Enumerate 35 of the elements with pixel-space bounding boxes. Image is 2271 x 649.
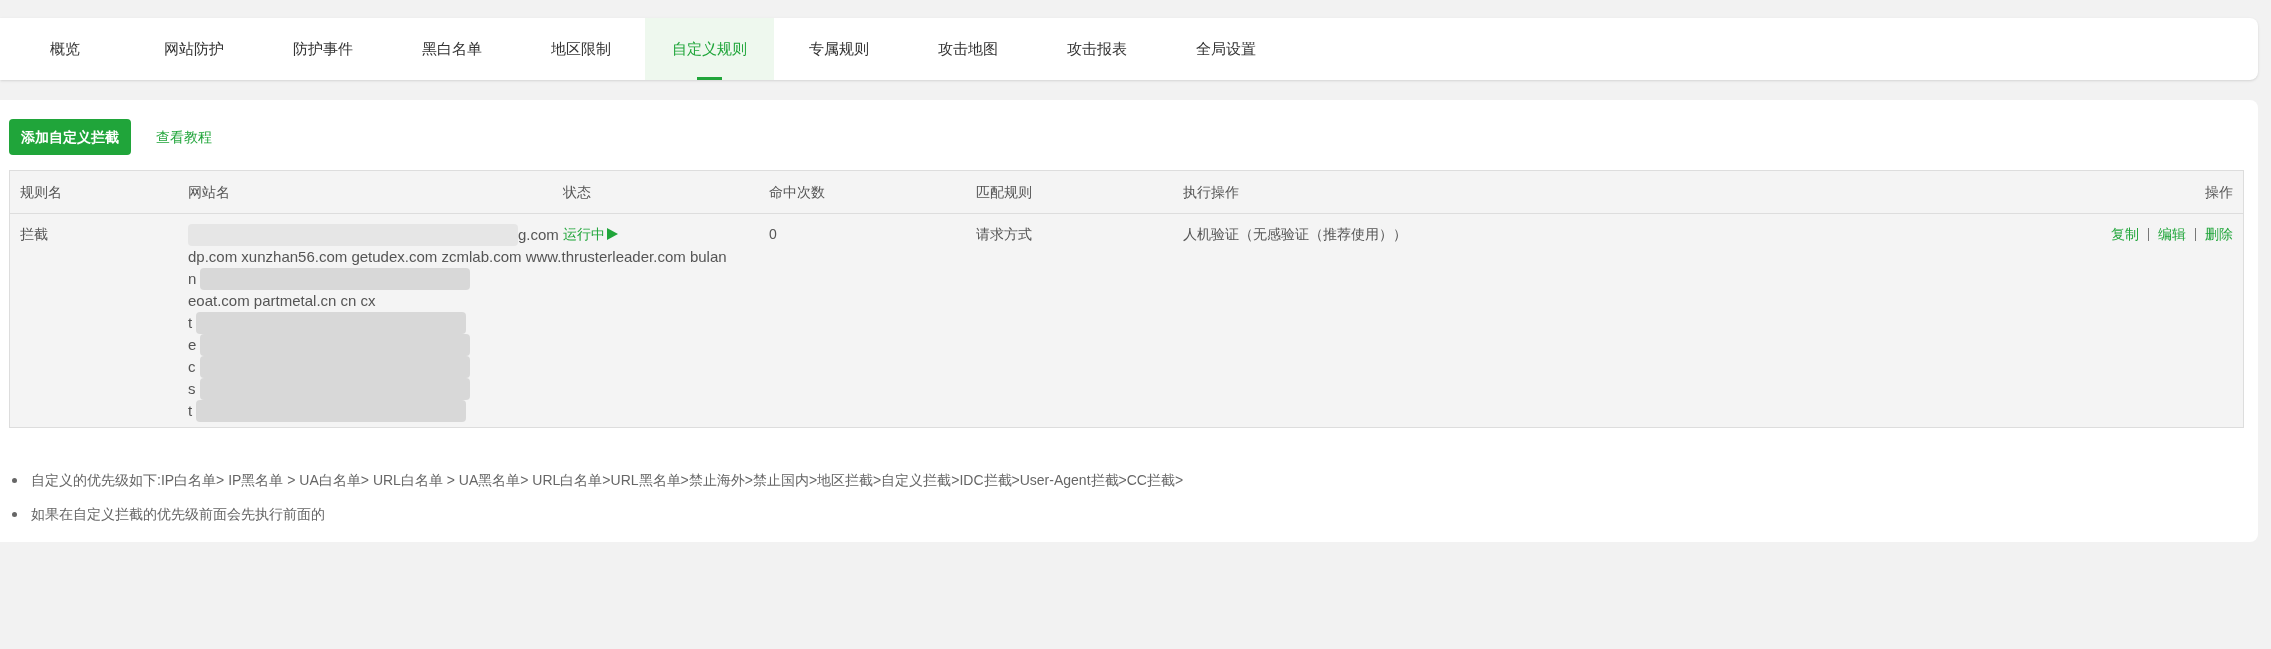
column-header: 规则名 [20, 183, 62, 200]
tab[interactable]: 全局设置 [1161, 18, 1290, 80]
play-icon [607, 228, 618, 240]
tab[interactable]: 网站防护 [129, 18, 258, 80]
bullet-icon [12, 512, 17, 517]
tab[interactable]: 攻击报表 [1032, 18, 1161, 80]
column-header: 执行操作 [1183, 183, 1239, 200]
hit-count: 0 [769, 226, 777, 242]
rule-name: 拦截 [20, 226, 48, 242]
column-header: 状态 [563, 183, 591, 200]
website-list-text: dp.com xunzhan56.com getudex.com zcmlab.com www.thrusterleader.com bulan [188, 247, 727, 267]
tab[interactable]: 专属规则 [774, 18, 903, 80]
website-list-text: s [188, 379, 196, 399]
website-list-text: t [188, 313, 193, 333]
website-list-text: n [188, 269, 197, 289]
action-text: 人机验证（无感验证（推荐使用）） [1183, 226, 1407, 242]
website-list-text: e [188, 335, 197, 355]
website-list-text: g.com [518, 225, 559, 245]
column-header: 网站名 [188, 183, 230, 200]
column-header: 操作 [2205, 182, 2233, 202]
website-list-text: t [188, 401, 193, 421]
tab[interactable]: 黑白名单 [387, 18, 516, 80]
column-header: 命中次数 [769, 183, 825, 200]
active-tab-underline [697, 77, 722, 80]
website-list-text: c [188, 357, 196, 377]
tab[interactable]: 地区限制 [516, 18, 645, 80]
tab[interactable]: 防护事件 [258, 18, 387, 80]
column-header: 匹配规则 [976, 183, 1032, 200]
website-list-text: eoat.com partmetal.cn cn cx [188, 291, 376, 311]
match-rule: 请求方式 [976, 226, 1032, 242]
bullet-icon [12, 478, 17, 483]
note-text: 如果在自定义拦截的优先级前面会先执行前面的 [31, 505, 325, 524]
tab[interactable]: 概览 [0, 18, 129, 80]
note-text: 自定义的优先级如下:IP白名单> IP黑名单 > UA白名单> URL白名单 > UA黑名单> URL白名单>URL黑名单>禁止海外>禁止国内>地区拦截>自定义拦截>IDC拦截>User-Agent拦截>CC拦截> [31, 471, 1184, 490]
tab[interactable]: 攻击地图 [903, 18, 1032, 80]
